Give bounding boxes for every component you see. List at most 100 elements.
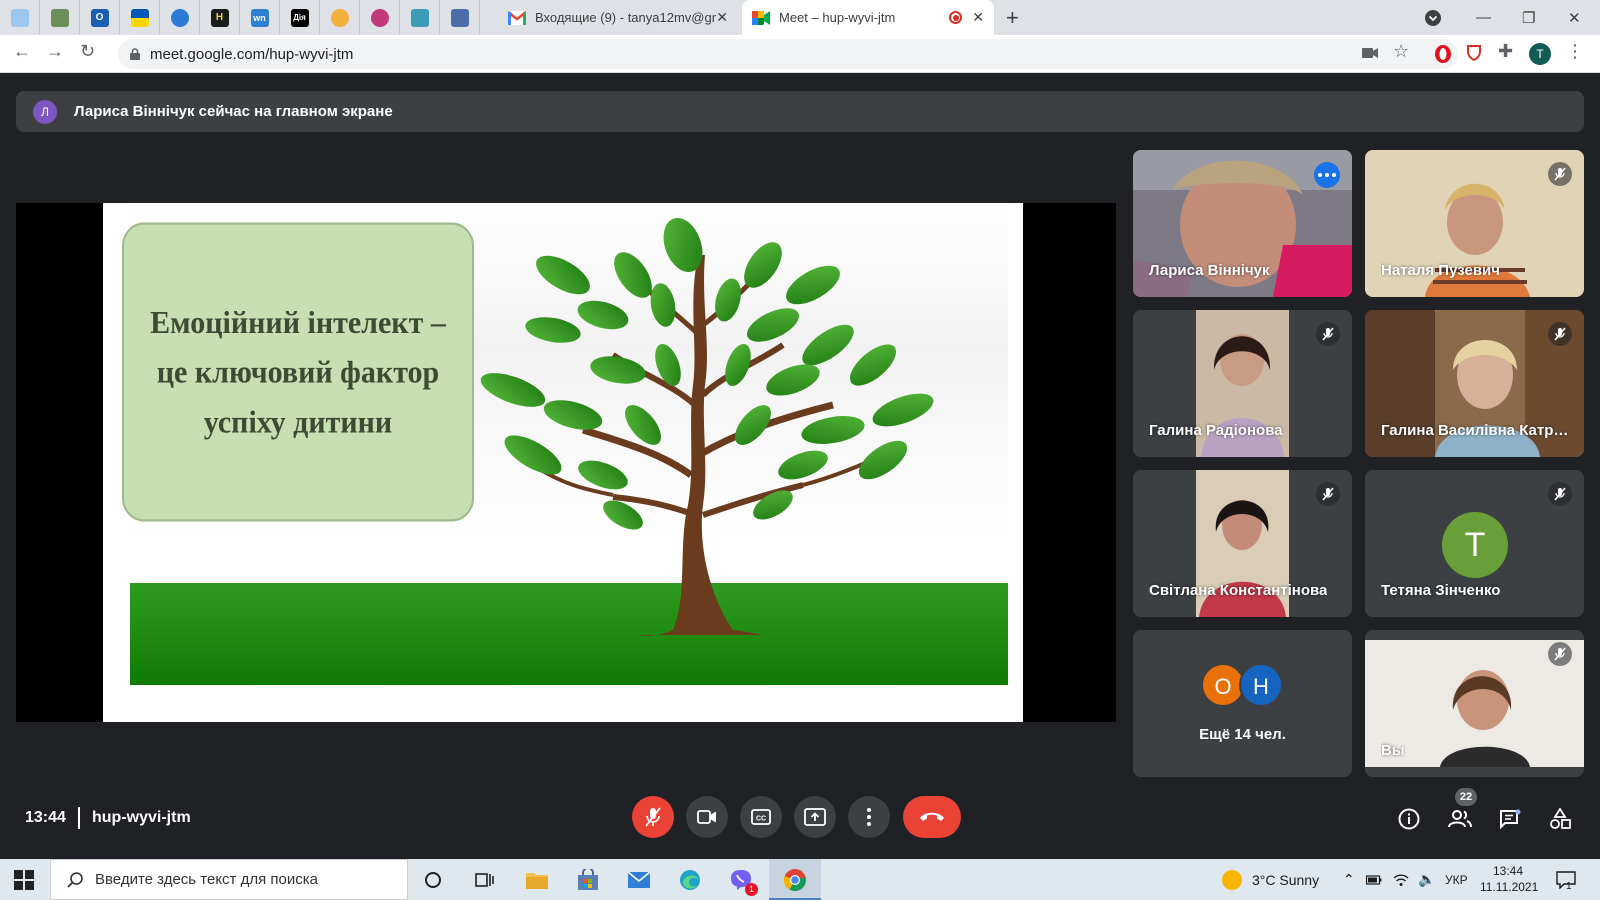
windows-taskbar: Введите здесь текст для поиска 1 3°C Sun… [0,859,1600,900]
slide-text-line: це ключовий фактор [156,354,440,390]
pinned-tab-outlook[interactable]: O [80,0,120,35]
more-options-icon[interactable] [1314,162,1340,188]
camera-in-use-icon[interactable] [1362,47,1378,59]
participant-tile[interactable]: Галина Василівна Катре... [1365,310,1584,457]
cortana-icon[interactable] [420,867,446,893]
reload-icon[interactable]: ↻ [80,41,95,62]
pinned-tab-wn[interactable]: wn [240,0,280,35]
taskbar-search-box[interactable]: Введите здесь текст для поиска [50,859,408,900]
wifi-icon[interactable] [1393,859,1409,900]
edge-icon[interactable] [677,867,703,893]
slide-text-box: Емоційний інтелект – це ключовий фактор … [122,222,474,522]
forward-icon[interactable]: → [46,41,64,62]
meeting-details-button[interactable] [1396,806,1422,832]
mon-logo-icon [410,8,429,27]
language-indicator[interactable]: УКР [1445,859,1468,900]
participant-name: Тетяна Зінченко [1381,582,1501,599]
pinned-tab-globe[interactable] [160,0,200,35]
pinned-tab-star[interactable] [360,0,400,35]
more-participants-label: Ещё 14 чел. [1199,726,1286,743]
more-participants-tile[interactable]: O H Ещё 14 чел. [1133,630,1352,777]
presenter-avatar: Л [33,99,57,124]
address-bar[interactable]: meet.google.com/hup-wyvi-jtm [118,39,1458,69]
tab-search-icon[interactable] [1425,0,1441,35]
extensions-puzzle-icon[interactable]: ✚ [1498,41,1513,62]
close-tab-icon[interactable]: ✕ [716,9,728,26]
volume-icon[interactable]: 🔈 [1418,859,1435,900]
captions-button[interactable]: CC [740,796,782,838]
browser-globe-icon [170,8,189,27]
profile-avatar[interactable]: T [1529,43,1551,65]
slide-text-line: Емоційний інтелект – [150,304,446,340]
search-icon [67,871,83,888]
chrome-icon[interactable] [782,867,808,893]
lock-icon [130,48,140,60]
pinned-tab-printer[interactable] [40,0,80,35]
hand-icon [330,8,349,27]
browser-menu-icon[interactable]: ⋮ [1566,41,1584,62]
present-screen-button[interactable] [794,796,836,838]
leave-call-button[interactable] [903,796,961,838]
participant-tile[interactable]: Наталя Пузевич [1365,150,1584,297]
show-hidden-icons-icon[interactable]: ⌃ [1343,859,1355,900]
viber-icon[interactable]: 1 [728,867,758,896]
pinned-tab-map[interactable] [440,0,480,35]
minimize-icon[interactable]: — [1476,0,1491,35]
bookmark-star-icon[interactable]: ☆ [1393,41,1409,62]
participant-tile[interactable]: Лариса Віннічук [1133,150,1352,297]
battery-icon[interactable] [1366,859,1382,900]
chat-button[interactable] [1497,806,1523,832]
notifications-icon[interactable]: 1 [1556,859,1576,900]
self-tile[interactable]: Вы [1365,630,1584,777]
participant-name: Лариса Віннічук [1149,262,1270,279]
pinned-tab-ukraine[interactable] [120,0,160,35]
outlook-icon: O [90,8,109,27]
pinned-tab-diia[interactable]: Дія [280,0,320,35]
pinned-tab-h[interactable]: H [200,0,240,35]
close-window-icon[interactable]: ✕ [1568,0,1581,35]
taskbar-clock[interactable]: 13:44 11.11.2021 [1480,863,1538,895]
close-tab-icon[interactable]: ✕ [972,9,984,26]
more-options-button[interactable] [848,796,890,838]
participant-name: Вы [1381,742,1405,759]
people-count-badge: 22 [1455,788,1477,806]
taskbar-time: 13:44 [1492,864,1524,878]
people-button[interactable] [1447,806,1473,832]
participant-tile[interactable]: Галина Радіонова [1133,310,1352,457]
meeting-code: hup-wyvi-jtm [92,809,191,826]
tab-title: Входящие (9) - tanya12mv@gma [535,10,717,25]
captions-icon: CC [751,809,771,825]
microphone-toggle-button[interactable] [632,796,674,838]
shield-extension-icon[interactable] [1466,44,1482,62]
presenter-banner: Л Лариса Віннічук сейчас на главном экра… [16,91,1584,132]
participant-tile[interactable]: T Тетяна Зінченко [1365,470,1584,617]
mail-icon[interactable] [626,867,652,893]
pinned-tab-mon[interactable] [400,0,440,35]
camera-toggle-button[interactable] [686,796,728,838]
info-icon [1398,808,1420,830]
tab-gmail[interactable]: Входящие (9) - tanya12mv@gma ✕ [498,0,738,35]
mic-off-icon [1548,482,1572,506]
task-view-icon[interactable] [472,867,498,893]
tab-meet[interactable]: Meet – hup-wyvi-jtm ✕ [742,0,994,35]
chat-icon [1500,809,1521,829]
participant-tile[interactable]: Світлана Константінова [1133,470,1352,617]
pinned-tab-weather[interactable] [0,0,40,35]
file-explorer-icon[interactable] [524,867,550,893]
opera-extension-icon[interactable] [1434,44,1452,64]
pinned-tab-hand[interactable] [320,0,360,35]
presentation-slide: Емоційний інтелект – це ключовий фактор … [103,203,1023,722]
back-icon[interactable]: ← [13,41,31,62]
new-tab-icon[interactable]: + [1006,5,1019,31]
browser-toolbar: ← → ↻ meet.google.com/hup-wyvi-jtm ☆ ✚ T… [0,35,1600,73]
star-logo-icon [370,8,389,27]
mic-off-icon [1316,322,1340,346]
weather-widget[interactable]: 3°C Sunny [1222,859,1319,900]
maximize-icon[interactable]: ❐ [1522,0,1535,35]
camera-icon [697,810,716,824]
ukraine-flag-icon [130,8,149,27]
activities-button[interactable] [1547,806,1573,832]
store-icon[interactable] [575,867,601,893]
participant-avatar: T [1442,512,1508,578]
windows-start-icon[interactable] [14,870,34,890]
